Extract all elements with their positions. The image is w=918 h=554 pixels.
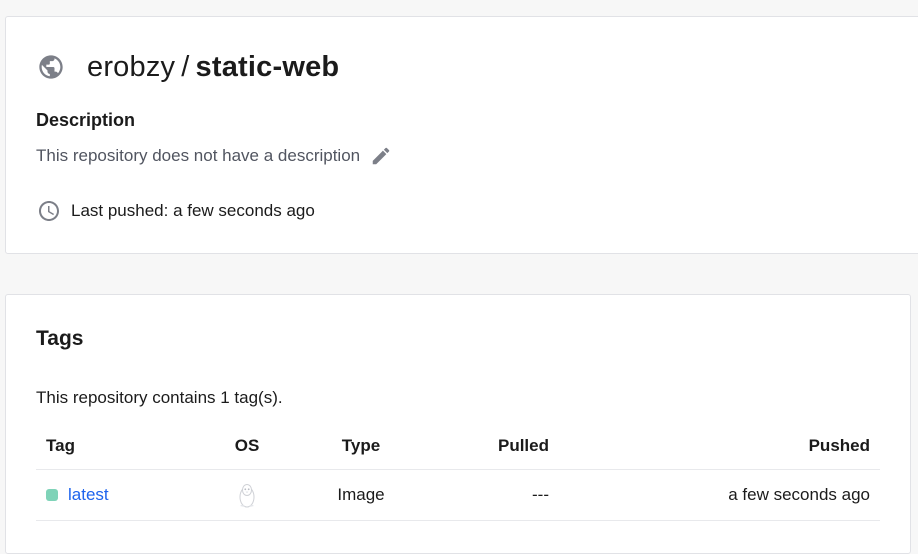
repo-name: static-web <box>195 50 340 83</box>
repo-owner[interactable]: erobzy <box>87 51 175 83</box>
type-cell: Image <box>337 485 385 504</box>
tags-table: Tag OS Type Pulled Pushed latest Image -… <box>36 423 880 521</box>
os-cell <box>226 470 268 520</box>
tags-card: Tags This repository contains 1 tag(s). … <box>5 294 911 554</box>
title-separator: / <box>181 50 190 83</box>
column-header-type: Type <box>341 436 381 455</box>
tag-link-latest[interactable]: latest <box>68 485 109 505</box>
column-header-os: OS <box>234 436 260 455</box>
last-pushed-text: Last pushed: a few seconds ago <box>71 201 315 220</box>
description-row: This repository does not have a descript… <box>36 145 392 167</box>
last-pushed-row: Last pushed: a few seconds ago <box>37 199 315 223</box>
pushed-cell: a few seconds ago <box>728 485 870 504</box>
tags-summary: This repository contains 1 tag(s). <box>36 388 283 407</box>
status-dot <box>46 489 58 501</box>
pencil-icon[interactable] <box>370 145 392 167</box>
column-header-tag: Tag <box>46 436 75 455</box>
table-header: Tag OS Type Pulled Pushed <box>36 423 880 470</box>
tag-cell: latest <box>46 470 109 520</box>
linux-icon <box>235 481 259 509</box>
column-header-pushed: Pushed <box>808 436 870 455</box>
tags-heading: Tags <box>36 327 84 350</box>
table-row: latest Image --- a few seconds ago <box>36 470 880 521</box>
description-heading: Description <box>36 110 136 130</box>
pulled-cell: --- <box>532 485 549 504</box>
globe-icon <box>37 53 65 81</box>
repository-card: erobzy / static-web Description This repos… <box>5 16 918 254</box>
column-header-pulled: Pulled <box>497 436 549 455</box>
description-text: This repository does not have a descript… <box>36 146 361 165</box>
page-title: erobzy / static-web <box>37 47 339 87</box>
clock-icon <box>37 199 61 223</box>
